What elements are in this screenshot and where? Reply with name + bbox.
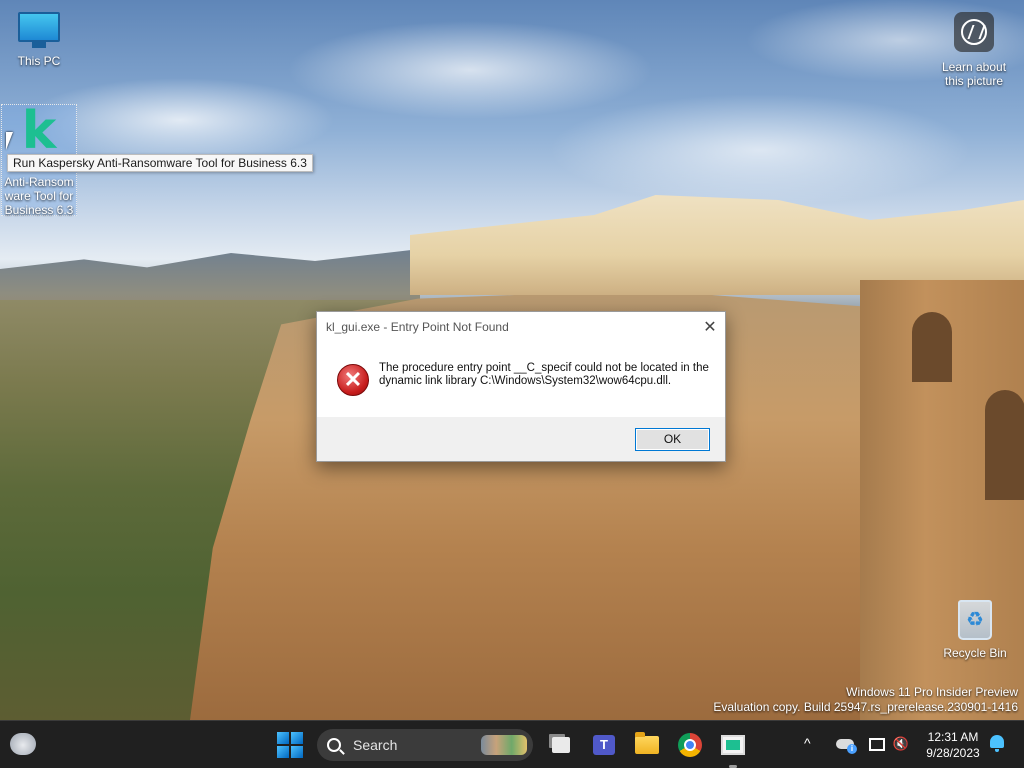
recycle-bin-icon: ♻: [958, 600, 992, 640]
show-hidden-icons-chevron-icon[interactable]: ^: [804, 735, 811, 751]
mouse-cursor-icon: [6, 132, 13, 150]
teams-button[interactable]: T: [588, 729, 620, 761]
search-icon: [327, 738, 341, 752]
windows-logo-icon: [277, 732, 289, 744]
windows-logo-icon: [277, 746, 289, 758]
watermark-line: Windows 11 Pro Insider Preview: [846, 685, 1018, 699]
clock-time: 12:31 AM: [927, 730, 979, 744]
dialog-title: kl_gui.exe - Entry Point Not Found: [326, 320, 509, 334]
desktop-icon-label: Recycle Bin: [943, 646, 1007, 660]
dialog-titlebar[interactable]: kl_gui.exe - Entry Point Not Found ✕: [317, 312, 725, 342]
kaspersky-logo-icon: k: [21, 101, 57, 161]
wallpaper-bridge-arch: [985, 390, 1024, 500]
kaspersky-app-icon: [721, 735, 745, 755]
taskbar-search-box[interactable]: Search: [317, 729, 533, 761]
kaspersky-taskbar-button[interactable]: [717, 729, 749, 761]
onedrive-icon[interactable]: [836, 735, 857, 754]
volume-muted-icon[interactable]: 🔇: [892, 735, 910, 753]
desktop: This PC k Anti-Ransom ware Tool for Busi…: [0, 0, 1024, 720]
monitor-icon: [1, 12, 77, 48]
windows-logo-icon: [291, 746, 303, 758]
tooltip: Run Kaspersky Anti-Ransomware Tool for B…: [7, 154, 313, 172]
taskbar: Search T ^ 🔇 12:31 AM 9/28/2023: [0, 720, 1024, 768]
watermark-line: Evaluation copy. Build 25947.rs_prerelea…: [713, 700, 1018, 714]
taskbar-clock[interactable]: 12:31 AM 9/28/2023: [920, 729, 986, 761]
search-placeholder: Search: [353, 737, 398, 753]
error-dialog: kl_gui.exe - Entry Point Not Found ✕ ✕ T…: [316, 311, 726, 462]
teams-icon: T: [593, 735, 615, 755]
clock-date: 9/28/2023: [926, 746, 980, 760]
desktop-icon-label: This PC: [17, 54, 61, 68]
dialog-message: The procedure entry point __C_specif cou…: [379, 362, 709, 387]
evaluation-watermark: Windows 11 Pro Insider Preview Evaluatio…: [713, 685, 1018, 715]
wallpaper-bridge-arch: [912, 312, 952, 382]
chrome-icon: [678, 733, 702, 757]
desktop-icon-learn-about-picture[interactable]: Learn about this picture: [936, 12, 1012, 88]
search-highlight-icon: [481, 735, 527, 755]
task-view-button[interactable]: [545, 729, 577, 761]
dialog-footer: OK: [317, 417, 725, 461]
file-explorer-button[interactable]: [631, 729, 663, 761]
notification-bell-icon[interactable]: [989, 735, 1005, 753]
start-button[interactable]: [277, 732, 303, 758]
ok-button[interactable]: OK: [635, 427, 710, 451]
desktop-icon-label: Anti-Ransom ware Tool for Business 6.3: [4, 175, 74, 217]
network-icon[interactable]: [868, 735, 886, 753]
desktop-icon-this-pc[interactable]: This PC: [1, 12, 77, 68]
close-icon[interactable]: ✕: [695, 312, 725, 342]
error-icon: ✕: [337, 364, 369, 396]
learn-about-picture-icon: [954, 12, 994, 52]
chrome-button[interactable]: [674, 729, 706, 761]
folder-icon: [635, 732, 659, 754]
windows-logo-icon: [291, 732, 303, 744]
weather-widget-icon[interactable]: [10, 733, 36, 755]
dialog-body: ✕ The procedure entry point __C_specif c…: [317, 342, 725, 418]
desktop-icon-label: Learn about this picture: [941, 60, 1007, 88]
desktop-icon-recycle-bin[interactable]: ♻ Recycle Bin: [937, 600, 1013, 660]
